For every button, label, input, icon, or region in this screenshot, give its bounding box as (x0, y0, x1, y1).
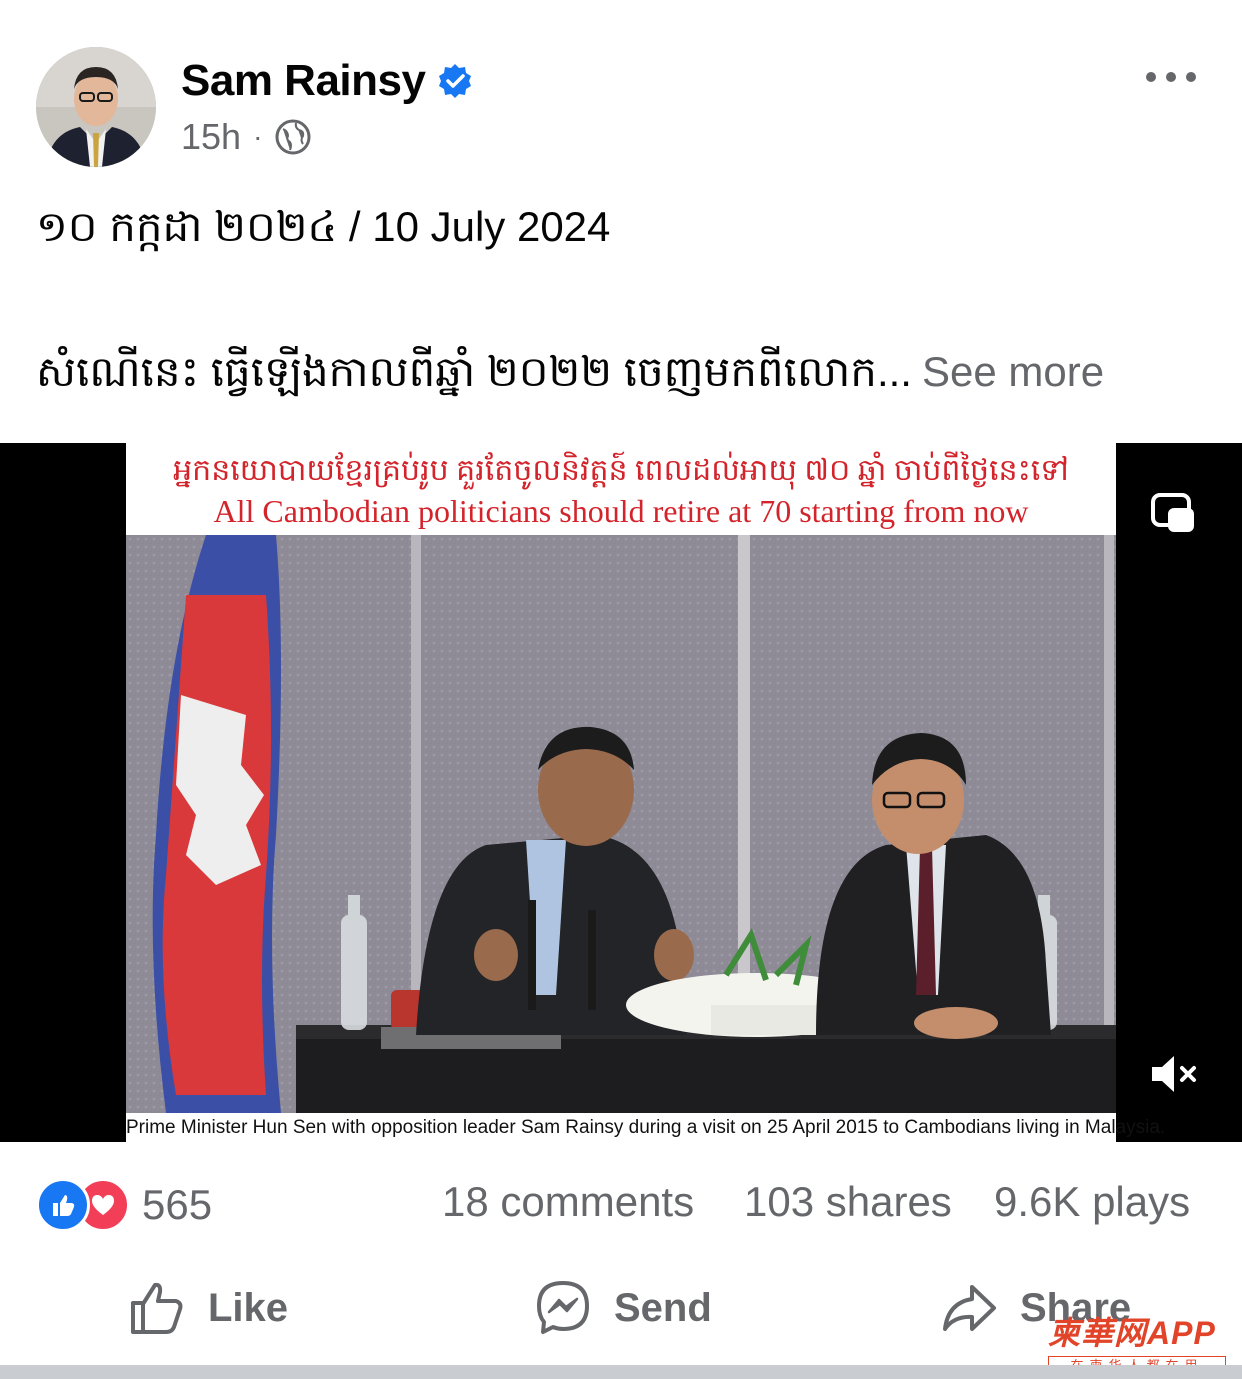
video-title-banner: អ្នកនយោបាយខ្មែរគ្រប់រូប គួរតែចូលនិវត្តន៍… (126, 443, 1116, 535)
author-name[interactable]: Sam Rainsy (181, 56, 426, 106)
post-header: Sam Rainsy 15h · (0, 0, 1242, 180)
video-title-khmer: អ្នកនយោបាយខ្មែរគ្រប់រូប គួរតែចូលនិវត្តន៍… (173, 454, 1069, 487)
feed-separator (0, 1365, 1242, 1379)
photo-caption: Prime Minister Hun Sen with opposition l… (126, 1113, 1165, 1142)
post-meta: 15h · (181, 116, 312, 158)
engagement-stats: 565 18 comments 103 shares 9.6K plays (0, 1170, 1242, 1234)
post-body: សំណេីនេះ ធ្វើឡើងកាលពីឆ្នាំ ២០២២ ចេញមកពីល… (36, 345, 1104, 407)
more-options-icon[interactable] (1146, 62, 1196, 92)
post-time[interactable]: 15h (181, 116, 241, 158)
video-frame: អ្នកនយោបាយខ្មែរគ្រប់រូប គួរតែចូលនិវត្តន៍… (126, 443, 1165, 1142)
reaction-count: 565 (142, 1181, 213, 1228)
video-player[interactable]: អ្នកនយោបាយខ្មែរគ្រប់រូប គួរតែចូលនិវត្តន៍… (0, 443, 1242, 1142)
plays-count: 9.6K plays (994, 1178, 1191, 1225)
messenger-icon (537, 1281, 589, 1334)
shares-count[interactable]: 103 shares (744, 1178, 952, 1226)
like-reaction-icon (36, 1178, 90, 1232)
picture-in-picture-icon[interactable] (1150, 492, 1198, 536)
see-more-link[interactable]: See more (922, 348, 1104, 395)
video-title-english: All Cambodian politicians should retire … (213, 493, 1029, 529)
mute-icon[interactable] (1148, 1052, 1200, 1096)
post-date-line: ១០ កក្កដា ២០២៤ / 10 July 2024 (36, 203, 611, 250)
avatar[interactable] (36, 47, 156, 167)
author-row: Sam Rainsy (181, 56, 473, 106)
send-button[interactable]: Send (534, 1268, 712, 1348)
send-label: Send (614, 1285, 712, 1330)
like-label: Like (208, 1285, 289, 1330)
comments-count[interactable]: 18 comments (442, 1178, 694, 1226)
globe-icon (274, 118, 312, 156)
video-photo (126, 535, 1116, 1113)
watermark-main: 柬華网APP (1048, 1315, 1216, 1351)
verified-badge-icon (437, 63, 473, 99)
post-body-preview: សំណេីនេះ ធ្វើឡើងកាលពីឆ្នាំ ២០២២ ចេញមកពីល… (36, 348, 912, 395)
share-arrow-icon (943, 1285, 996, 1331)
like-button[interactable]: Like (128, 1268, 288, 1348)
app-watermark: 柬華网APP 在柬华人都在用 (1048, 1308, 1228, 1376)
reactions-summary[interactable]: 565 (36, 1178, 212, 1232)
meta-separator: · (253, 121, 263, 152)
thumbs-up-icon (131, 1282, 183, 1334)
